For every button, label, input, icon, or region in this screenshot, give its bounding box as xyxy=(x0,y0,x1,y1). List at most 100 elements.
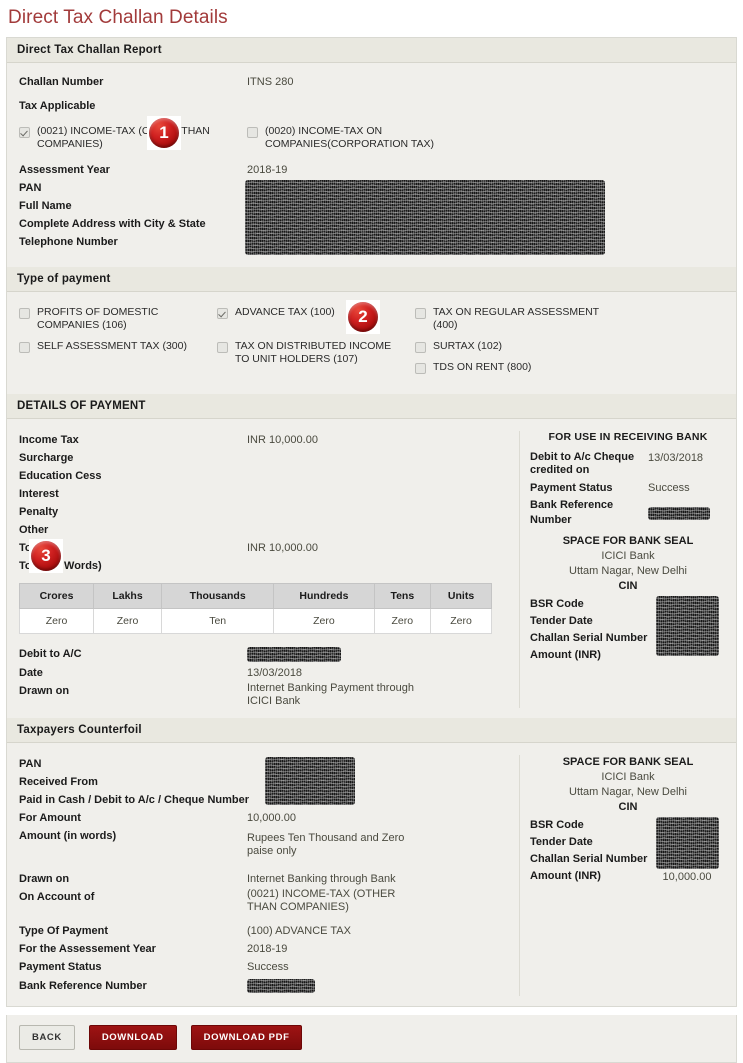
checkbox-option-0020[interactable]: (0020) INCOME-TAX ON COMPANIES(CORPORATI… xyxy=(247,125,460,151)
label-for-the-assessement-year: For the Assessement Year xyxy=(19,943,156,955)
value-counterfoil-payment-status: Success xyxy=(247,961,289,973)
row-other: Other xyxy=(7,521,519,539)
checkbox-option-regular-assessment[interactable]: TAX ON REGULAR ASSESSMENT (400) xyxy=(415,306,605,332)
row-education-cess: Education Cess xyxy=(7,467,519,485)
row-received-from: Received From xyxy=(7,773,519,791)
checkbox-option-advance-tax[interactable]: ADVANCE TAX (100) xyxy=(217,306,415,332)
label-paid-in-cash: Paid in Cash / Debit to A/c / Cheque Num… xyxy=(19,794,250,806)
row-for-amount: For Amount 10,000.00 xyxy=(7,809,519,827)
denomination-value-lakhs: Zero xyxy=(93,608,163,634)
row-debit-to-ac: Debit to A/C xyxy=(7,644,519,664)
checkbox-icon-tds-on-rent[interactable] xyxy=(415,363,426,374)
row-total-in-words: Total (In Words) xyxy=(7,557,519,575)
checkbox-option-distributed-income[interactable]: TAX ON DISTRIBUTED INCOME TO UNIT HOLDER… xyxy=(217,340,415,374)
row-assessment-year: Assessment Year 2018-19 xyxy=(7,161,736,179)
row-counterfoil-pan: PAN xyxy=(7,755,519,773)
value-assessment-year: 2018-19 xyxy=(247,164,288,176)
denomination-value-tens: Zero xyxy=(373,608,432,634)
label-debit-to-ac: Debit to A/C xyxy=(19,648,82,660)
label-type-of-payment: Type Of Payment xyxy=(19,925,109,937)
redacted-cin-block xyxy=(655,596,719,656)
label-interest: Interest xyxy=(19,488,59,500)
checkbox-label-distributed-income: TAX ON DISTRIBUTED INCOME TO UNIT HOLDER… xyxy=(235,340,392,365)
checkbox-label-self-assessment: SELF ASSESSMENT TAX (300) xyxy=(37,340,187,352)
label-counterfoil-payment-status: Payment Status xyxy=(19,961,102,973)
annotation-badge-3-number: 3 xyxy=(31,541,61,571)
checkbox-option-tds-on-rent[interactable]: TDS ON RENT (800) xyxy=(415,361,736,374)
section-header-challan-report: Direct Tax Challan Report xyxy=(7,38,736,63)
value-challan-number: ITNS 280 xyxy=(247,76,294,88)
redacted-personal-details xyxy=(245,180,605,255)
row-bank-reference-number: Bank Reference Number xyxy=(530,498,726,528)
details-payment-left-column: Income Tax INR 10,000.00 Surcharge Educa… xyxy=(7,431,519,708)
value-for-the-assessement-year: 2018-19 xyxy=(247,943,288,955)
checkbox-option-surtax[interactable]: SURTAX (102) xyxy=(415,340,736,353)
checkbox-icon-distributed-income[interactable] xyxy=(217,342,228,353)
checkbox-icon-regular-assessment[interactable] xyxy=(415,308,426,319)
label-bank-reference-number: Bank Reference Number xyxy=(530,499,614,526)
checkbox-label-0021: (0021) INCOME-TAX (OTHER THAN COMPANIES) xyxy=(37,125,210,150)
denomination-header-hundreds: Hundreds xyxy=(273,583,375,609)
label-bsr-code: BSR Code xyxy=(530,598,584,610)
row-interest: Interest xyxy=(7,485,519,503)
denomination-header-lakhs: Lakhs xyxy=(93,583,163,609)
checkbox-label-advance-tax: ADVANCE TAX (100) xyxy=(235,306,335,318)
label-payment-status: Payment Status xyxy=(530,482,613,494)
receiving-bank-title: FOR USE IN RECEIVING BANK xyxy=(548,431,708,443)
label-amount-inr: Amount (INR) xyxy=(530,649,601,661)
denomination-header-thousands: Thousands xyxy=(161,583,275,609)
checkbox-icon-0021[interactable] xyxy=(19,127,30,138)
row-for-the-assessement-year: For the Assessement Year 2018-19 xyxy=(7,940,519,958)
label-debit-cheque-credited-on: Debit to A/c Cheque credited on xyxy=(530,451,635,476)
checkbox-option-profits-domestic[interactable]: PROFITS OF DOMESTIC COMPANIES (106) xyxy=(19,306,217,332)
label-counterfoil-tender-date: Tender Date xyxy=(530,836,593,848)
redacted-counterfoil-cin-block xyxy=(655,817,719,869)
label-counterfoil-amount-inr: Amount (INR) xyxy=(530,870,601,882)
cin-label: CIN xyxy=(618,580,638,592)
label-education-cess: Education Cess xyxy=(19,470,102,482)
row-amount-in-words: Amount (in words) Rupees Ten Thousand an… xyxy=(7,827,519,858)
row-income-tax: Income Tax INR 10,000.00 xyxy=(7,431,519,449)
cin-label-stack: BSR Code Tender Date Challan Serial Numb… xyxy=(530,596,648,664)
section-body-challan-report: 1 Challan Number ITNS 280 Tax Applicable… xyxy=(7,63,736,267)
row-debit-cheque-credited-on: Debit to A/c Cheque credited on 13/03/20… xyxy=(530,451,726,477)
denomination-header-units: Units xyxy=(430,583,492,609)
denomination-header-tens: Tens xyxy=(373,583,432,609)
checkbox-icon-self-assessment[interactable] xyxy=(19,342,30,353)
row-date: Date 13/03/2018 xyxy=(7,664,519,682)
type-of-payment-row-2: SELF ASSESSMENT TAX (300) TAX ON DISTRIB… xyxy=(7,340,736,374)
section-header-counterfoil: Taxpayers Counterfoil xyxy=(7,718,736,743)
label-income-tax: Income Tax xyxy=(19,434,79,446)
row-drawn-on: Drawn on Internet Banking Payment throug… xyxy=(7,682,519,708)
annotation-badge-2-number: 2 xyxy=(348,302,378,332)
checkbox-icon-advance-tax[interactable] xyxy=(217,308,228,319)
checkbox-icon-profits-domestic[interactable] xyxy=(19,308,30,319)
counterfoil-cin-label: CIN xyxy=(618,801,638,813)
row-challan-number: Challan Number ITNS 280 xyxy=(7,73,736,91)
label-tender-date: Tender Date xyxy=(530,615,593,627)
download-pdf-button[interactable]: DOWNLOAD PDF xyxy=(190,1025,303,1050)
label-complete-address: Complete Address with City & State xyxy=(19,218,206,230)
checkbox-icon-0020[interactable] xyxy=(247,127,258,138)
label-counterfoil-bank-reference-number: Bank Reference Number xyxy=(19,980,147,992)
value-counterfoil-drawn-on: Internet Banking through Bank xyxy=(247,873,396,885)
annotation-badge-1-number: 1 xyxy=(149,118,179,148)
tax-applicable-options: (0021) INCOME-TAX (OTHER THAN COMPANIES)… xyxy=(7,125,736,151)
label-counterfoil-pan: PAN xyxy=(19,758,42,770)
label-received-from: Received From xyxy=(19,776,98,788)
row-counterfoil-drawn-on: Drawn on Internet Banking through Bank xyxy=(7,870,519,888)
annotation-badge-2: 2 xyxy=(346,300,380,334)
checkbox-icon-surtax[interactable] xyxy=(415,342,426,353)
checkbox-option-self-assessment[interactable]: SELF ASSESSMENT TAX (300) xyxy=(19,340,217,374)
action-button-bar: BACK DOWNLOAD DOWNLOAD PDF xyxy=(6,1015,737,1063)
checkbox-option-0021[interactable]: (0021) INCOME-TAX (OTHER THAN COMPANIES) xyxy=(19,125,247,151)
label-drawn-on: Drawn on xyxy=(19,685,70,697)
back-button[interactable]: BACK xyxy=(19,1025,75,1050)
redacted-counterfoil-bank-reference xyxy=(247,979,315,993)
denomination-value-hundreds: Zero xyxy=(273,608,375,634)
download-button[interactable]: DOWNLOAD xyxy=(88,1025,177,1050)
table-row: Zero Zero Ten Zero Zero Zero xyxy=(18,608,492,634)
value-payment-status: Success xyxy=(648,482,690,494)
value-total: INR 10,000.00 xyxy=(247,542,318,554)
denomination-value-crores: Zero xyxy=(18,608,95,634)
